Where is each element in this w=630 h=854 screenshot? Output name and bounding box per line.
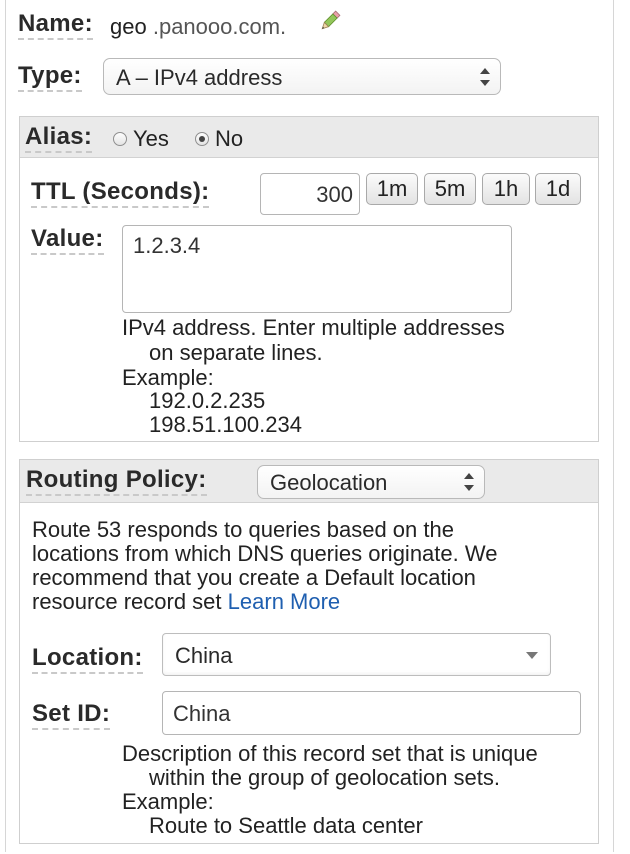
routing-policy-select[interactable]: Geolocation bbox=[257, 465, 485, 499]
alias-yes-radio[interactable] bbox=[113, 132, 127, 146]
routing-desc-line1: Route 53 responds to queries based on th… bbox=[32, 517, 454, 542]
routing-desc-text: resource record set bbox=[32, 589, 222, 614]
select-updown-icon bbox=[464, 473, 474, 491]
alias-header bbox=[20, 117, 598, 158]
name-label: Name: bbox=[18, 11, 93, 40]
set-id-example-1: Route to Seattle data center bbox=[149, 813, 423, 838]
ttl-5m-button[interactable]: 5m bbox=[424, 173, 476, 205]
set-id-example-label: Example: bbox=[122, 789, 214, 814]
routing-desc-line2: locations from which DNS queries origina… bbox=[32, 541, 498, 566]
value-example-1: 192.0.2.235 bbox=[149, 388, 266, 413]
select-updown-icon bbox=[480, 67, 490, 86]
routing-desc-line3: recommend that you create a Default loca… bbox=[32, 565, 476, 590]
alias-yes-label: Yes bbox=[133, 126, 169, 151]
routing-desc-line4: resource record set Learn More bbox=[32, 590, 340, 614]
location-select-value: China bbox=[175, 643, 233, 668]
value-example-label: Example: bbox=[122, 365, 214, 390]
location-label: Location: bbox=[32, 645, 143, 674]
value-textarea[interactable]: 1.2.3.4 bbox=[122, 225, 512, 313]
location-select[interactable]: China bbox=[162, 633, 551, 676]
set-id-help-line2: within the group of geolocation sets. bbox=[149, 765, 501, 790]
set-id-label: Set ID: bbox=[32, 701, 111, 730]
ttl-1h-button[interactable]: 1h bbox=[482, 173, 530, 205]
value-help-line1: IPv4 address. Enter multiple addresses bbox=[122, 315, 505, 340]
alias-no-label: No bbox=[215, 126, 244, 151]
ttl-1m-button[interactable]: 1m bbox=[366, 173, 418, 205]
value-label: Value: bbox=[31, 226, 104, 255]
type-label: Type: bbox=[18, 63, 82, 92]
learn-more-link[interactable]: Learn More bbox=[228, 589, 341, 614]
type-select-value: A – IPv4 address bbox=[116, 65, 283, 90]
set-id-help-line1: Description of this record set that is u… bbox=[122, 741, 538, 766]
value-help-line2: on separate lines. bbox=[149, 340, 323, 365]
routing-policy-label: Routing Policy: bbox=[26, 467, 207, 496]
pencil-icon[interactable] bbox=[318, 9, 342, 33]
value-example-2: 198.51.100.234 bbox=[149, 412, 302, 437]
name-domain: .panooo.com. bbox=[152, 14, 287, 39]
alias-label: Alias: bbox=[25, 124, 93, 153]
alias-no-radio[interactable] bbox=[195, 132, 209, 146]
name-value: geo .panooo.com. bbox=[110, 15, 286, 39]
chevron-down-icon bbox=[526, 651, 538, 659]
name-prefix: geo bbox=[110, 14, 147, 39]
ttl-input[interactable]: 300 bbox=[260, 173, 360, 215]
ttl-1d-button[interactable]: 1d bbox=[535, 173, 581, 205]
type-select[interactable]: A – IPv4 address bbox=[103, 58, 501, 95]
set-id-input[interactable]: China bbox=[162, 691, 581, 735]
routing-policy-value: Geolocation bbox=[270, 470, 388, 495]
ttl-label: TTL (Seconds): bbox=[31, 179, 210, 208]
